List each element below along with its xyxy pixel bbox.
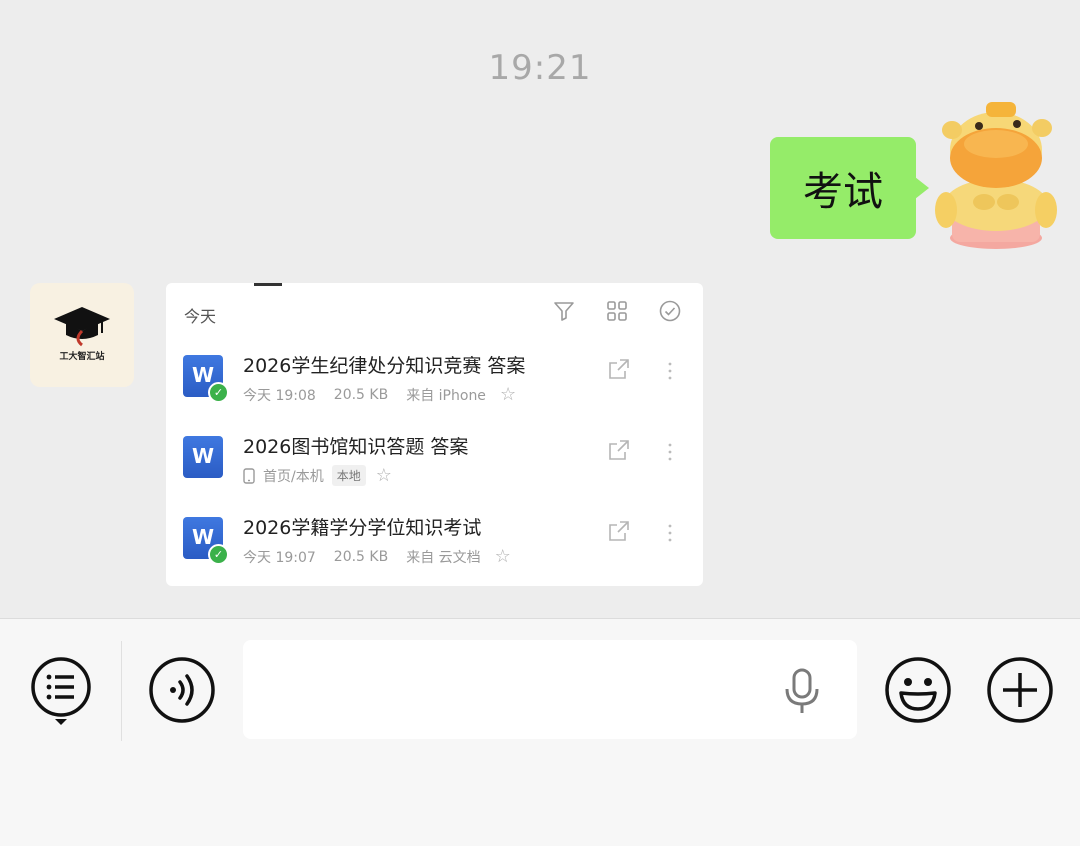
file-name: 2026学生纪律处分知识竞赛 答案 <box>243 355 526 377</box>
file-meta: 首页/本机 本地 ☆ <box>243 465 410 486</box>
file-row[interactable]: W ✓ 2026学生纪律处分知识竞赛 答案 今天 19:08 20.5 KB 来… <box>166 351 703 429</box>
file-meta: 今天 19:08 20.5 KB 来自 iPhone ☆ <box>243 384 534 405</box>
outgoing-message-text: 考试 <box>803 169 883 215</box>
phone-icon <box>243 467 255 484</box>
panel-header-label: 今天 <box>184 307 217 326</box>
contact-avatar-text: 工大智汇站 <box>59 352 105 362</box>
panel-top-indicator <box>254 283 282 286</box>
file-time: 今天 19:08 <box>243 387 316 404</box>
synced-check-icon: ✓ <box>208 382 229 403</box>
star-icon[interactable]: ☆ <box>495 546 511 567</box>
emoji-icon[interactable] <box>883 655 953 725</box>
file-size: 20.5 KB <box>333 386 389 403</box>
file-name: 2026图书馆知识答题 答案 <box>243 436 469 458</box>
open-external-icon[interactable] <box>607 438 631 462</box>
outgoing-message-bubble[interactable]: 考试 <box>770 137 929 239</box>
input-bar <box>0 618 1080 846</box>
filter-icon[interactable] <box>552 299 576 323</box>
microphone-icon[interactable] <box>782 667 822 715</box>
star-icon[interactable]: ☆ <box>500 384 516 405</box>
open-external-icon[interactable] <box>607 519 631 543</box>
voice-icon[interactable] <box>147 655 217 725</box>
timestamp: 19:21 <box>488 48 592 88</box>
message-input[interactable] <box>243 640 857 739</box>
file-time: 今天 19:07 <box>243 549 316 566</box>
local-tag: 本地 <box>331 465 366 486</box>
menu-list-icon[interactable] <box>28 655 94 727</box>
file-location: 首页/本机 <box>263 468 324 485</box>
file-size: 20.5 KB <box>333 548 389 565</box>
plus-icon[interactable] <box>985 655 1055 725</box>
more-vertical-icon[interactable] <box>666 361 674 381</box>
word-doc-icon: W ✓ <box>183 517 229 565</box>
contact-avatar[interactable]: 工大智汇站 <box>30 283 134 387</box>
file-row[interactable]: W 2026图书馆知识答题 答案 首页/本机 本地 ☆ <box>166 432 703 510</box>
star-icon[interactable]: ☆ <box>376 465 392 486</box>
more-vertical-icon[interactable] <box>666 442 674 462</box>
file-meta: 今天 19:07 20.5 KB 来自 云文档 ☆ <box>243 546 529 567</box>
more-vertical-icon[interactable] <box>666 523 674 543</box>
file-source: 来自 云文档 <box>406 549 481 566</box>
grid-icon[interactable] <box>605 299 629 323</box>
synced-check-icon: ✓ <box>208 544 229 565</box>
self-avatar[interactable] <box>932 100 1060 250</box>
graduation-cap-icon <box>54 307 110 347</box>
check-circle-icon[interactable] <box>658 299 682 323</box>
bar-divider <box>121 641 122 741</box>
open-external-icon[interactable] <box>607 357 631 381</box>
file-name: 2026学籍学分学位知识考试 <box>243 517 482 539</box>
word-doc-icon: W <box>183 436 223 478</box>
file-share-panel[interactable]: 今天 W ✓ 2026学生纪律处分知识竞赛 答案 今天 19:08 20.5 K… <box>166 283 703 586</box>
word-doc-icon: W ✓ <box>183 355 229 403</box>
file-row[interactable]: W ✓ 2026学籍学分学位知识考试 今天 19:07 20.5 KB 来自 云… <box>166 513 703 586</box>
file-source: 来自 iPhone <box>406 387 486 404</box>
